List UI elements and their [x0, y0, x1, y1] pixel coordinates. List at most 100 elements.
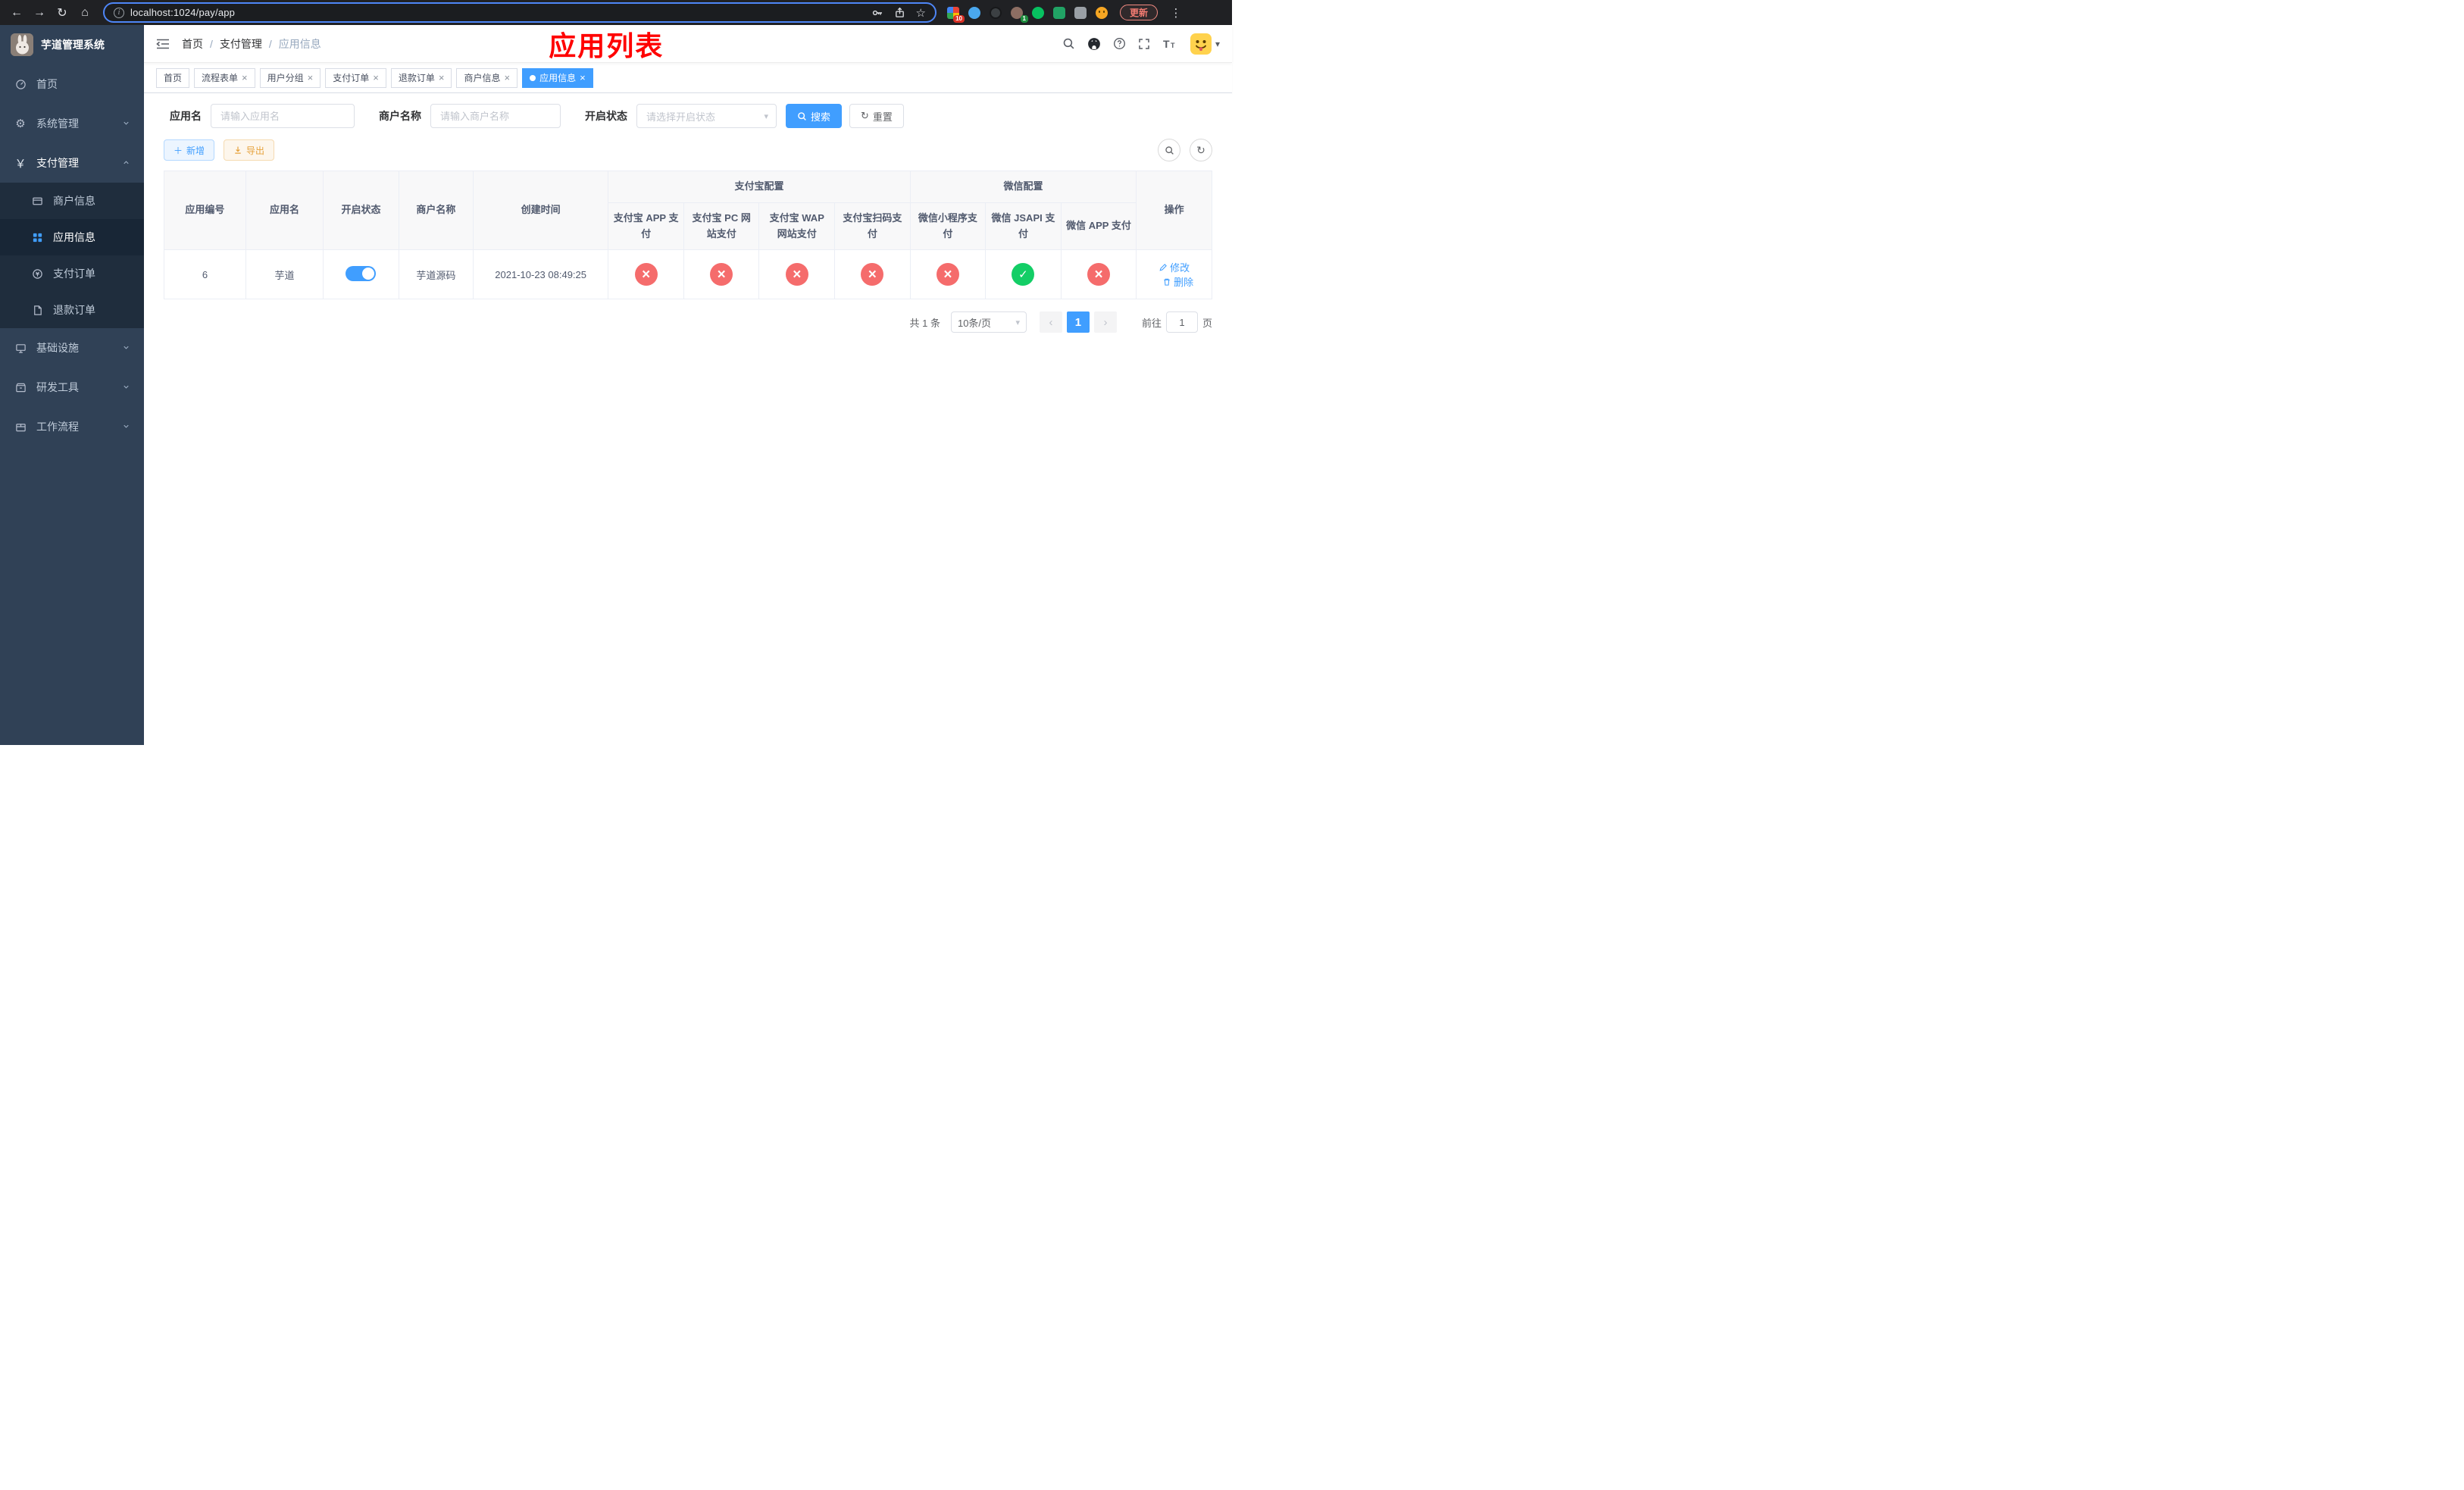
bookmark-star-icon[interactable]: ☆: [916, 6, 926, 20]
tab-app-info[interactable]: 应用信息 ×: [522, 67, 593, 88]
delete-link[interactable]: 删除: [1162, 274, 1193, 289]
page-size-select[interactable]: 10条/页 ▾: [950, 311, 1027, 333]
url-text[interactable]: localhost:1024/pay/app: [130, 7, 865, 18]
tab-user-group[interactable]: 用户分组 ×: [259, 67, 321, 88]
sidebar-item-refund-orders[interactable]: 退款订单: [0, 292, 144, 328]
refresh-icon: ↻: [861, 110, 869, 121]
extension-badge: 10: [953, 14, 965, 23]
page-number-1[interactable]: 1: [1066, 311, 1090, 333]
toggle-search-button[interactable]: [1158, 139, 1180, 161]
github-icon[interactable]: [1087, 37, 1101, 51]
browser-forward-button[interactable]: →: [29, 2, 50, 23]
browser-update-button[interactable]: 更新: [1120, 5, 1159, 20]
monitor-icon: [14, 343, 27, 354]
sidebar-item-home[interactable]: 首页: [0, 64, 144, 104]
sidebar-item-merchant-info[interactable]: 商户信息: [0, 183, 144, 219]
share-icon[interactable]: [894, 7, 905, 18]
font-size-icon[interactable]: T T: [1162, 38, 1177, 50]
sidebar-item-system[interactable]: ⚙ 系统管理: [0, 104, 144, 143]
status-select[interactable]: 请选择开启状态 ▾: [636, 104, 777, 128]
tab-close-icon[interactable]: ×: [504, 73, 510, 83]
status-fail-icon: [785, 263, 808, 286]
sidebar-item-payment[interactable]: ￥ 支付管理: [0, 143, 144, 183]
extension-square-icon[interactable]: [1053, 6, 1065, 19]
tab-process-form[interactable]: 流程表单 ×: [194, 67, 255, 88]
chevron-up-icon: [122, 157, 130, 169]
tab-merchant-info[interactable]: 商户信息 ×: [456, 67, 518, 88]
extension-dark-icon[interactable]: [990, 6, 1002, 19]
refresh-table-button[interactable]: ↻: [1190, 139, 1212, 161]
sidebar-logo[interactable]: 芋道管理系统: [0, 25, 144, 64]
tab-close-icon[interactable]: ×: [308, 73, 314, 83]
sidebar-item-app-info[interactable]: 应用信息: [0, 219, 144, 255]
tab-home[interactable]: 首页: [156, 67, 190, 88]
goto-page: 前往 页: [1142, 311, 1212, 333]
browser-home-button[interactable]: ⌂: [74, 2, 95, 23]
profile-avatar-icon[interactable]: [1096, 6, 1108, 19]
add-button[interactable]: ＋ 新增: [164, 139, 215, 161]
search-button[interactable]: 搜索: [786, 104, 843, 128]
help-icon[interactable]: [1113, 37, 1126, 50]
tab-close-icon[interactable]: ×: [373, 73, 379, 83]
cell-wechat-jsapi: [985, 249, 1062, 300]
sidebar-item-workflow[interactable]: 工作流程: [0, 407, 144, 446]
sidebar-toggle-button[interactable]: [156, 38, 170, 50]
password-key-icon[interactable]: [871, 7, 883, 19]
sidebar-item-label: 研发工具: [36, 381, 79, 393]
group-alipay-config: 支付宝配置: [608, 171, 911, 203]
sidebar-item-dev-tools[interactable]: 研发工具: [0, 368, 144, 407]
cell-alipay-pc: [683, 249, 760, 300]
user-avatar[interactable]: ▾: [1190, 33, 1220, 55]
prev-page-button[interactable]: ‹: [1039, 311, 1062, 333]
svg-text:T: T: [1163, 38, 1170, 50]
sidebar-item-payment-orders[interactable]: 支付订单: [0, 255, 144, 292]
document-icon: [30, 305, 44, 316]
tab-payment-orders[interactable]: 支付订单 ×: [325, 67, 386, 88]
col-wechat-mini: 微信小程序支付: [909, 202, 987, 251]
app-name-input[interactable]: [211, 104, 355, 128]
tab-label: 应用信息: [539, 73, 577, 83]
goto-page-input[interactable]: [1165, 311, 1198, 333]
merchant-name-input[interactable]: [430, 104, 561, 128]
col-created: 创建时间: [472, 170, 609, 251]
app-table: 应用编号 应用名 开启状态 商户名称 创建时间 支付宝配置 微信配置 操作 支付…: [164, 170, 1212, 300]
edit-link[interactable]: 修改: [1159, 260, 1190, 274]
export-button[interactable]: 导出: [224, 139, 275, 161]
extension-profile-icon[interactable]: 1: [1011, 6, 1028, 23]
extension-wechat-icon[interactable]: [1032, 6, 1044, 19]
sidebar-item-infrastructure[interactable]: 基础设施: [0, 328, 144, 368]
breadcrumb-separator: /: [268, 37, 272, 50]
extension-grid-icon[interactable]: 10: [947, 6, 965, 23]
reset-button[interactable]: ↻ 重置: [849, 104, 904, 128]
page-annotation: 应用列表: [549, 30, 664, 61]
gear-icon: ⚙: [15, 117, 26, 130]
tab-close-icon[interactable]: ×: [439, 73, 445, 83]
extensions-puzzle-icon[interactable]: [1074, 6, 1087, 19]
goto-unit: 页: [1202, 317, 1212, 329]
tab-close-icon[interactable]: ×: [242, 73, 248, 83]
browser-back-button[interactable]: ←: [6, 2, 27, 23]
extension-profile-badge: 1: [1020, 14, 1028, 23]
next-page-button[interactable]: ›: [1093, 311, 1117, 333]
export-button-label: 导出: [246, 145, 265, 156]
site-info-icon[interactable]: i: [114, 7, 124, 18]
status-select-placeholder: 请选择开启状态: [646, 111, 716, 123]
breadcrumb-separator: /: [210, 37, 213, 50]
extension-drop-icon[interactable]: [968, 6, 980, 19]
edit-link-label: 修改: [1170, 262, 1190, 274]
tab-close-icon[interactable]: ×: [580, 73, 586, 83]
status-fail-icon: [861, 263, 884, 286]
top-navbar: 首页 / 支付管理 / 应用信息 应用列表 T T ▾: [144, 25, 1232, 63]
search-icon[interactable]: [1062, 37, 1075, 50]
breadcrumb-home[interactable]: 首页: [182, 36, 203, 52]
col-actions: 操作: [1136, 170, 1212, 251]
status-toggle[interactable]: [346, 265, 377, 281]
tab-refund-orders[interactable]: 退款订单 ×: [390, 67, 452, 88]
browser-menu-icon[interactable]: ⋮: [1165, 2, 1187, 23]
order-icon: [30, 268, 44, 280]
breadcrumb-payment[interactable]: 支付管理: [220, 36, 262, 52]
fullscreen-icon[interactable]: [1138, 38, 1150, 50]
col-alipay-wap: 支付宝 WAP 网站支付: [758, 202, 836, 251]
browser-reload-button[interactable]: ↻: [52, 2, 73, 23]
address-bar[interactable]: i localhost:1024/pay/app ☆: [103, 2, 937, 23]
